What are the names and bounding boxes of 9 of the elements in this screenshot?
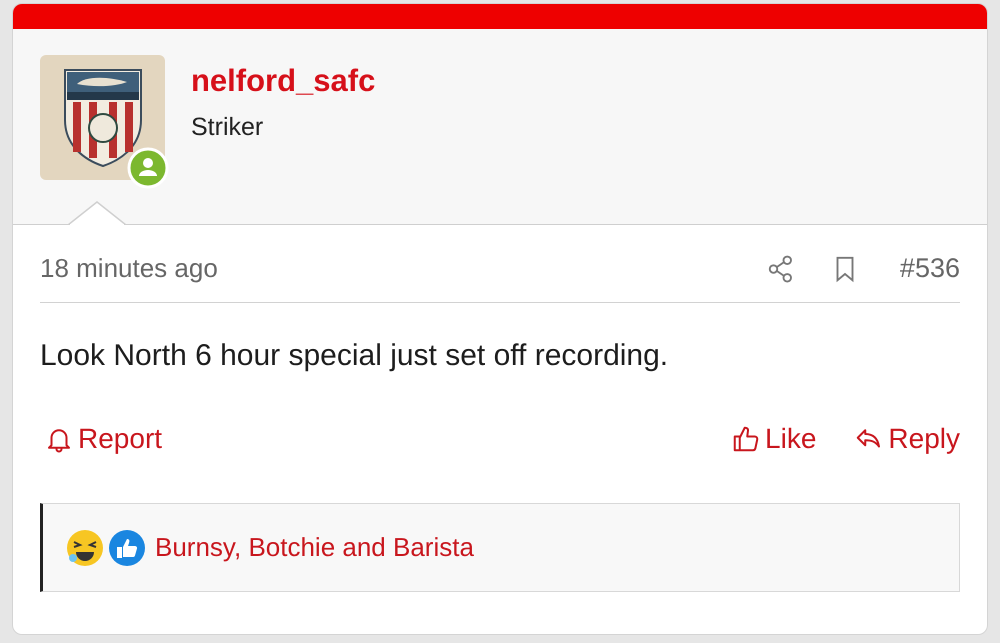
post-time: 18 minutes ago <box>40 253 219 284</box>
username[interactable]: nelford_safc <box>191 63 376 99</box>
post-message: Look North 6 hour special just set off recording. <box>40 339 670 373</box>
post-number[interactable]: #536 <box>900 253 960 284</box>
like-button[interactable]: Like <box>731 423 816 455</box>
report-button[interactable]: Report <box>44 423 162 455</box>
reaction-users-link[interactable]: Burnsy, Botchie and Barista <box>155 532 474 563</box>
user-title: Striker <box>191 113 264 142</box>
reply-button[interactable]: Reply <box>854 423 960 455</box>
